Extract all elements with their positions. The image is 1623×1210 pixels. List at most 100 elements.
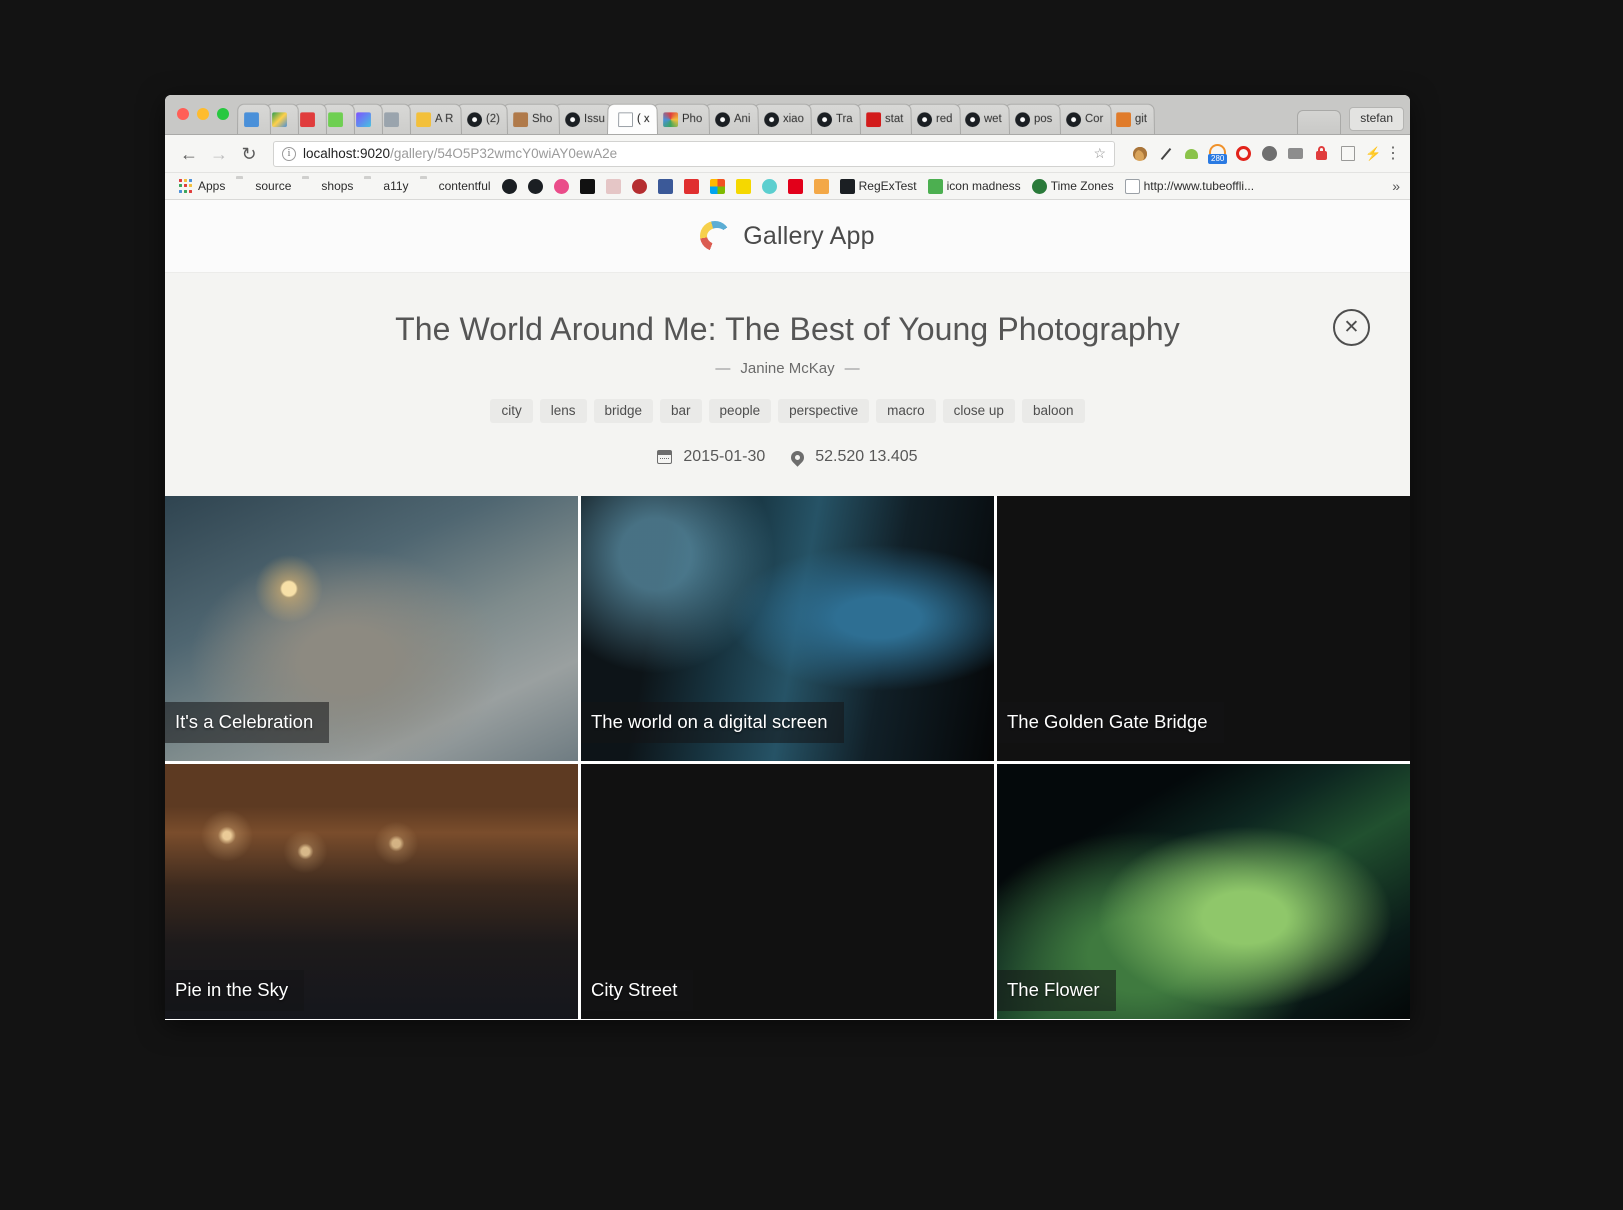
browser-tab[interactable]: Issu [554,103,614,134]
bookmark-item[interactable] [758,177,781,196]
bookmark-item[interactable] [654,177,677,196]
eyedropper-icon[interactable] [1157,145,1174,162]
bookmark-label: RegExTest [858,179,917,193]
amazon-icon [813,178,829,194]
gallery-photo-cell[interactable]: Pie in the Sky [165,764,578,1019]
tag-chip[interactable]: macro [876,398,936,424]
lock-icon[interactable] [1313,145,1330,162]
browser-tab[interactable]: red [905,103,961,134]
location-meta: 52.520 13.405 [788,448,918,467]
browser-tab[interactable]: Pho [651,103,711,134]
bookmark-item[interactable] [810,177,833,196]
browser-window: A R (2) Sho Issu ( x Pho Ani xiao Tra stat red wet p… [165,95,1410,1020]
gallery-photo-cell[interactable]: The world on a digital screen [581,496,994,762]
list-icon[interactable] [1339,145,1356,162]
gallery-photo-cell[interactable]: It's a Celebration [165,496,578,762]
tag-chip[interactable]: perspective [778,398,870,424]
bookmark-item[interactable]: contentful [416,177,495,196]
bookmark-item[interactable] [732,177,755,196]
reload-icon[interactable]: ↻ [235,140,263,168]
browser-tab[interactable]: git [1105,103,1156,134]
gray-circle-icon[interactable] [1261,145,1278,162]
tag-chip[interactable]: lens [539,398,587,424]
browser-tab[interactable]: A R [405,103,462,134]
github-icon [715,111,731,127]
unsplash-icon [579,178,595,194]
gallery-photo-cell[interactable]: City Street [581,764,994,1019]
red-square-icon [866,111,882,127]
browser-tab[interactable]: pos [1004,103,1061,134]
bookmark-item[interactable]: source [232,177,295,196]
bookmark-item[interactable] [524,177,547,196]
bookmarks-overflow-icon[interactable]: » [1392,178,1404,194]
bookmark-item[interactable] [576,177,599,196]
back-arrow-icon[interactable]: ← [175,140,203,168]
tab-label: ( x [637,113,650,126]
browser-tab[interactable]: Cor [1054,103,1112,134]
browser-tab[interactable] [237,103,271,134]
bookmark-item[interactable] [628,177,651,196]
close-button[interactable]: ✕ [1333,309,1370,346]
bookmark-item[interactable]: icon madness [924,177,1025,196]
date-value: 2015-01-30 [683,448,766,466]
angular-icon [631,178,647,194]
bookmark-item[interactable] [680,177,703,196]
bookmark-item[interactable]: a11y [360,177,412,196]
browser-tab[interactable]: wet [954,103,1011,134]
tab-label: Issu [584,113,606,126]
bookmark-item[interactable]: shops [298,177,357,196]
browser-tab[interactable]: (2) [455,103,508,134]
codepen-icon [501,178,517,194]
bookmark-item[interactable] [706,177,729,196]
cookie-icon[interactable] [1131,145,1148,162]
page-icon [1124,178,1140,194]
bookmark-star-icon[interactable]: ☆ [1093,145,1106,162]
tab-label: pos [1034,113,1053,126]
tag-chip[interactable]: people [708,398,772,424]
bookmark-item[interactable]: Apps [175,177,229,196]
camera-icon[interactable] [1287,145,1304,162]
folder-icon [236,179,251,194]
microsoft-icon [709,178,725,194]
tag-chip[interactable]: baloon [1021,398,1085,424]
bookmark-item[interactable] [498,177,521,196]
close-window-button[interactable] [177,108,189,120]
bookmark-item[interactable]: http://www.tubeoffli... [1121,177,1259,196]
android-icon[interactable] [1183,145,1200,162]
browser-tab[interactable]: stat [854,103,912,134]
gallery-photo-cell[interactable]: The Golden Gate Bridge [997,496,1410,762]
site-info-icon[interactable]: i [282,146,296,161]
photo-caption: Pie in the Sky [165,970,305,1012]
speedometer-icon[interactable]: 280 [1208,144,1228,164]
bookmark-item[interactable] [550,177,573,196]
maximize-window-button[interactable] [217,108,229,120]
bookmark-item[interactable] [784,177,807,196]
forward-arrow-icon[interactable]: → [205,140,233,168]
url-path: /gallery/54O5P32wmcY0wiAY0ewA2e [390,146,618,161]
browser-menu-icon[interactable]: ⋮ [1384,145,1402,161]
adblock-icon[interactable] [1235,145,1252,162]
author-dash-left: — [715,359,731,377]
minimize-window-button[interactable] [197,108,209,120]
bookmark-item[interactable] [602,177,625,196]
bookmark-item[interactable]: RegExTest [836,177,921,196]
bookmark-item[interactable]: Time Zones [1028,177,1118,196]
green-circle-icon [328,111,343,127]
browser-tab[interactable]: ( x [607,103,658,134]
profile-button[interactable]: stefan [1349,107,1404,131]
gallery-photo-cell[interactable]: The Flower [997,764,1410,1019]
url-text: localhost:9020/gallery/54O5P32wmcY0wiAY0… [303,146,617,161]
tag-chip[interactable]: close up [942,398,1015,424]
lightning-icon[interactable]: ⚡ [1365,145,1382,162]
new-tab-button[interactable] [1297,110,1342,134]
refresh-icon [384,111,399,127]
photo-caption: City Street [581,970,694,1012]
browser-tab[interactable]: Ani [704,103,760,134]
address-bar[interactable]: i localhost:9020/gallery/54O5P32wmcY0wiA… [273,140,1115,167]
tag-chip[interactable]: bar [660,398,702,424]
browser-tab[interactable]: Tra [806,103,861,134]
tag-chip[interactable]: city [490,398,533,424]
browser-tab[interactable]: xiao [753,103,813,134]
browser-tab[interactable]: Sho [501,103,561,134]
tag-chip[interactable]: bridge [593,398,654,424]
